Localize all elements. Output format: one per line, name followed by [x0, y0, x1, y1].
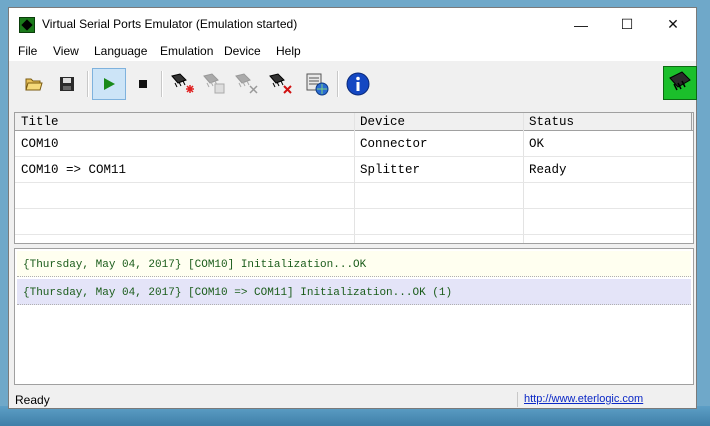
- cell-title: COM10 => COM11: [21, 163, 127, 177]
- stop-emulation-icon[interactable]: [128, 69, 158, 99]
- info-icon[interactable]: [343, 69, 373, 99]
- minimize-button[interactable]: —: [558, 8, 604, 41]
- cell-status: OK: [529, 137, 545, 151]
- toolbar: [9, 61, 697, 105]
- cell-device: Connector: [360, 137, 428, 151]
- empty-row[interactable]: [15, 183, 693, 209]
- delete-device-icon[interactable]: [265, 69, 295, 99]
- column-device[interactable]: Device: [360, 115, 405, 129]
- status-bar: Ready http://www.eterlogic.com: [9, 391, 696, 408]
- table-row[interactable]: COM10 Connector OK: [15, 131, 693, 157]
- menu-view[interactable]: View: [53, 44, 79, 58]
- device-list[interactable]: Title Device Status COM10 Connector OK C…: [14, 112, 694, 244]
- cell-title: COM10: [21, 137, 59, 151]
- status-divider: [517, 392, 518, 407]
- connection-status-icon: [663, 66, 697, 100]
- empty-row[interactable]: [15, 209, 693, 235]
- title-bar[interactable]: Virtual Serial Ports Emulator (Emulation…: [9, 8, 696, 41]
- start-emulation-icon[interactable]: [92, 68, 126, 100]
- toolbar-separator: [161, 71, 163, 97]
- toolbar-separator: [337, 71, 339, 97]
- desktop-background: [0, 406, 710, 426]
- column-divider[interactable]: [691, 113, 692, 130]
- column-status[interactable]: Status: [529, 115, 574, 129]
- app-icon: [19, 17, 35, 33]
- menu-emulation[interactable]: Emulation: [160, 44, 213, 58]
- edit-device-icon: [199, 69, 229, 99]
- menu-language[interactable]: Language: [94, 44, 147, 58]
- log-entry: {Thursday, May 04, 2017} [COM10] Initial…: [17, 251, 691, 277]
- status-text: Ready: [15, 393, 50, 407]
- open-icon[interactable]: [19, 69, 49, 99]
- maximize-button[interactable]: ☐: [604, 8, 650, 41]
- menu-help[interactable]: Help: [276, 44, 301, 58]
- save-icon[interactable]: [52, 69, 82, 99]
- website-link[interactable]: http://www.eterlogic.com: [524, 393, 643, 405]
- create-device-icon[interactable]: [167, 69, 197, 99]
- main-window: Virtual Serial Ports Emulator (Emulation…: [8, 7, 697, 409]
- log-panel[interactable]: {Thursday, May 04, 2017} [COM10] Initial…: [14, 248, 694, 385]
- device-settings-icon[interactable]: [302, 69, 332, 99]
- menu-device[interactable]: Device: [224, 44, 261, 58]
- toolbar-separator: [87, 71, 89, 97]
- menu-bar: File View Language Emulation Device Help: [9, 41, 696, 61]
- cell-device: Splitter: [360, 163, 421, 177]
- menu-file[interactable]: File: [18, 44, 37, 58]
- log-entry: {Thursday, May 04, 2017} [COM10 => COM11…: [17, 279, 691, 305]
- table-row[interactable]: COM10 => COM11 Splitter Ready: [15, 157, 693, 183]
- column-title[interactable]: Title: [21, 115, 59, 129]
- delete-device-icon-disabled: [231, 69, 261, 99]
- cell-status: Ready: [529, 163, 567, 177]
- window-title: Virtual Serial Ports Emulator (Emulation…: [42, 17, 298, 31]
- close-button[interactable]: ✕: [650, 8, 696, 41]
